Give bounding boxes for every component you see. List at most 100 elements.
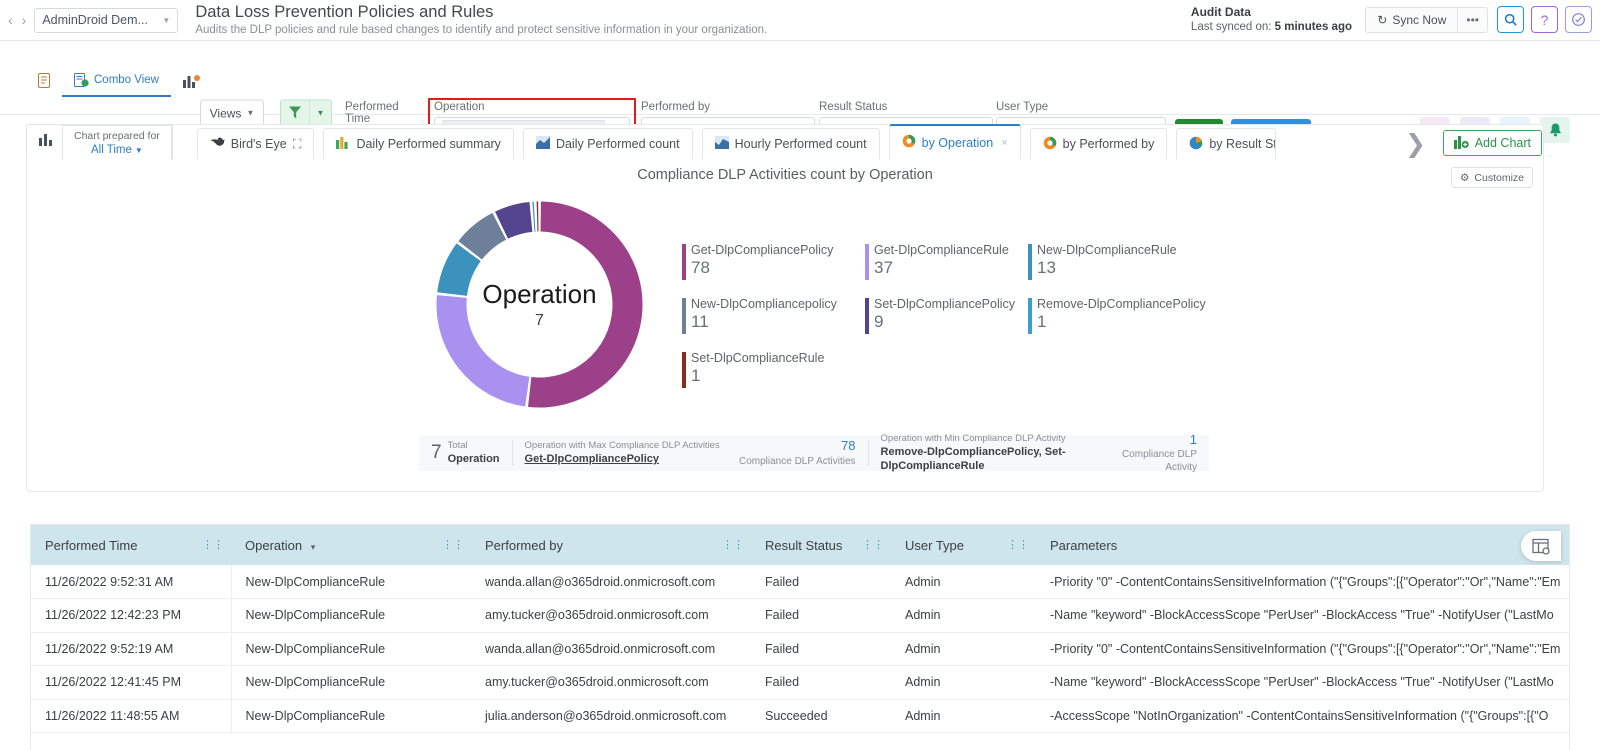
legend-row: Get-DlpCompliancePolicy 78 Get-DlpCompli…: [682, 243, 1242, 297]
column-performed-time[interactable]: Performed Time ⋮⋮: [31, 525, 231, 565]
donut-chart[interactable]: Operation 7: [432, 197, 647, 412]
funnel-icon[interactable]: [281, 101, 309, 126]
tab-birds-eye[interactable]: Bird's Eye ⛶: [197, 128, 315, 159]
column-result-status[interactable]: Result Status ⋮⋮: [751, 525, 891, 565]
audit-data-status: Audit Data Last synced on: 5 minutes ago: [1191, 4, 1352, 36]
summary-max: Operation with Max Compliance DLP Activi…: [513, 435, 868, 471]
legend-item[interactable]: Get-DlpComplianceRule 37: [865, 243, 1028, 278]
column-label: User Type: [905, 538, 964, 553]
chart-prepared-for[interactable]: Chart prepared for All Time ▼: [62, 125, 172, 160]
tab-by-operation[interactable]: by Operation ×: [889, 124, 1021, 159]
cell-parameters: -Priority "0" -ContentContainsSensitiveI…: [1036, 632, 1570, 666]
bar-chart-icon[interactable]: [27, 132, 62, 152]
tenant-selector[interactable]: AdminDroid Dem... ▼: [34, 8, 178, 33]
help-icon[interactable]: ?: [1531, 6, 1558, 33]
tab-hourly-performed-count[interactable]: Hourly Performed count: [702, 128, 880, 159]
column-resize-grip-icon[interactable]: ⋮⋮: [442, 541, 464, 549]
legend-value: 11: [691, 312, 865, 332]
cell-parameters: -AccessScope "NotInOrganization" -Conten…: [1036, 699, 1570, 733]
tab-label: Daily Performed count: [556, 137, 680, 151]
max-value-link[interactable]: Get-DlpCompliancePolicy: [525, 453, 659, 465]
table-row[interactable]: 11/26/2022 12:41:45 PMNew-DlpComplianceR…: [31, 666, 1570, 700]
column-performed-by[interactable]: Performed by ⋮⋮: [471, 525, 751, 565]
cell-operation: New-DlpComplianceRule: [231, 699, 471, 733]
grid-view-tab[interactable]: [26, 64, 62, 97]
column-resize-grip-icon[interactable]: ⋮⋮: [862, 541, 884, 549]
chart-title: Compliance DLP Activities count by Opera…: [27, 167, 1543, 183]
column-user-type[interactable]: User Type ⋮⋮: [891, 525, 1036, 565]
legend-label: Set-DlpComplianceRule: [691, 351, 865, 365]
legend-color-swatch: [682, 298, 686, 334]
cell-user-type: Admin: [891, 599, 1036, 633]
column-label: Performed by: [485, 538, 563, 553]
legend-label: Get-DlpCompliancePolicy: [691, 243, 865, 257]
tab-by-result-status[interactable]: by Result Statu: [1176, 128, 1276, 159]
table-body: 11/26/2022 9:52:31 AMNew-DlpComplianceRu…: [31, 565, 1570, 733]
tabs-next-arrow-icon[interactable]: ❯: [1405, 132, 1426, 157]
table-row[interactable]: 11/26/2022 9:52:31 AMNew-DlpComplianceRu…: [31, 565, 1570, 599]
audit-last-synced: Last synced on: 5 minutes ago: [1191, 20, 1352, 36]
column-resize-grip-icon[interactable]: ⋮⋮: [202, 541, 224, 549]
history-nav: ‹ ›: [8, 12, 26, 28]
refresh-icon: ↻: [1377, 13, 1387, 27]
table-row[interactable]: 11/26/2022 12:42:23 PMNew-DlpComplianceR…: [31, 599, 1570, 633]
table-header: Performed Time ⋮⋮ Operation ▾ ⋮⋮ Perform…: [31, 525, 1570, 565]
cell-parameters: -Name "keyword" -BlockAccessScope "PerUs…: [1036, 666, 1570, 700]
search-icon[interactable]: [1497, 6, 1524, 33]
back-arrow-icon[interactable]: ‹: [8, 12, 13, 28]
column-resize-grip-icon[interactable]: ⋮⋮: [722, 541, 744, 549]
legend-color-swatch: [865, 298, 869, 334]
legend-color-swatch: [1028, 298, 1032, 334]
views-button[interactable]: Views ▼: [200, 100, 264, 127]
bell-icon[interactable]: [1540, 117, 1570, 143]
column-resize-grip-icon[interactable]: ⋮⋮: [1007, 541, 1029, 549]
cell-user-type: Admin: [891, 632, 1036, 666]
donut-chart-icon: [1043, 136, 1057, 153]
check-circle-icon[interactable]: [1565, 6, 1592, 33]
chart-tab-bar: Chart prepared for All Time ▼ Bird's Eye…: [26, 124, 1544, 159]
table-row[interactable]: 11/26/2022 9:52:19 AMNew-DlpComplianceRu…: [31, 632, 1570, 666]
legend-label: Get-DlpComplianceRule: [874, 243, 1028, 257]
donut-center-title: Operation: [482, 279, 596, 310]
cell-user-type: Admin: [891, 699, 1036, 733]
sync-now-button[interactable]: ↻ Sync Now: [1366, 8, 1457, 32]
cell-parameters: -Name "keyword" -BlockAccessScope "PerUs…: [1036, 599, 1570, 633]
table-header-row: Performed Time ⋮⋮ Operation ▾ ⋮⋮ Perform…: [31, 525, 1570, 565]
expand-icon[interactable]: ⛶: [293, 137, 302, 152]
legend-item[interactable]: Remove-DlpCompliancePolicy 1: [1028, 297, 1208, 332]
legend-item[interactable]: Get-DlpCompliancePolicy 78: [682, 243, 865, 278]
bar-chart-icon: [336, 136, 350, 152]
column-operation[interactable]: Operation ▾ ⋮⋮: [231, 525, 471, 565]
funnel-dropdown-icon[interactable]: ▼: [309, 101, 331, 126]
close-icon[interactable]: ×: [1001, 137, 1007, 149]
cell-performed-by: amy.tucker@o365droid.onmicrosoft.com: [471, 599, 751, 633]
chart-summary-strip: 7 Total Operation Operation with Max Com…: [419, 435, 1209, 471]
combo-view-label: Combo View: [94, 74, 159, 86]
cell-time: 11/26/2022 9:52:19 AM: [31, 632, 231, 666]
add-chart-button[interactable]: Add Chart: [1443, 130, 1542, 156]
legend-item[interactable]: New-DlpCompliancepolicy 11: [682, 297, 865, 332]
combo-view-tab[interactable]: Combo View: [62, 64, 171, 97]
table-row[interactable]: 11/26/2022 11:48:55 AMNew-DlpComplianceR…: [31, 699, 1570, 733]
cell-time: 11/26/2022 9:52:31 AM: [31, 565, 231, 599]
legend-item[interactable]: Set-DlpComplianceRule 1: [682, 351, 865, 386]
sync-more-button[interactable]: •••: [1457, 8, 1487, 32]
table-settings-icon[interactable]: [1521, 531, 1561, 561]
cell-operation: New-DlpComplianceRule: [231, 565, 471, 599]
add-chart-label: Add Chart: [1475, 136, 1531, 150]
filter-funnel-group: ▼: [280, 100, 332, 127]
legend-item[interactable]: New-DlpComplianceRule 13: [1028, 243, 1208, 278]
area-chart-icon: [715, 136, 729, 152]
legend-item[interactable]: Set-DlpCompliancePolicy 9: [865, 297, 1028, 332]
tab-by-performed-by[interactable]: by Performed by: [1030, 128, 1168, 159]
chevron-down-icon: ▼: [162, 16, 170, 25]
tab-daily-performed-summary[interactable]: Daily Performed summary: [323, 128, 513, 159]
donut-center-value: 7: [535, 312, 544, 330]
filter-label: User Type: [996, 101, 1166, 113]
sort-desc-icon[interactable]: ▾: [311, 542, 316, 552]
tab-daily-performed-count[interactable]: Daily Performed count: [523, 128, 693, 159]
legend-value: 1: [691, 366, 865, 386]
chart-view-tab[interactable]: [171, 64, 212, 97]
column-parameters[interactable]: Parameters: [1036, 525, 1570, 565]
forward-arrow-icon[interactable]: ›: [22, 12, 27, 28]
